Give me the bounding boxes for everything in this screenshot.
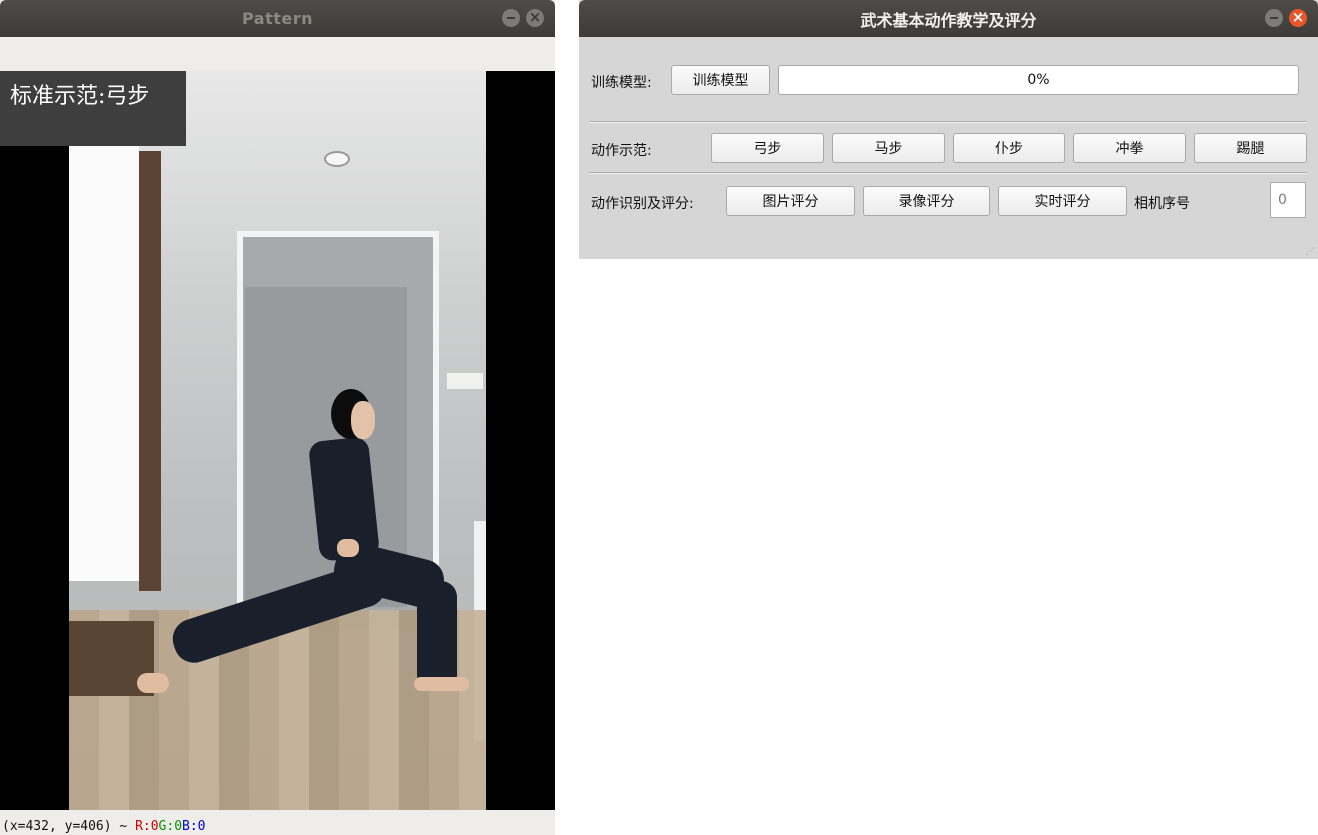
red-value: R:0 [135,819,159,834]
demo-photo [69,71,486,810]
camera-index-label: 相机序号 [1134,196,1190,212]
pattern-window-controls [502,9,544,27]
main-titlebar[interactable]: 武术基本动作教学及评分 [579,0,1318,37]
camera-index-input[interactable] [1270,182,1306,218]
pattern-toolbar [0,37,555,71]
image-scoring-button[interactable]: 图片评分 [726,186,855,216]
demo-video-frame [0,71,555,810]
scoring-label: 动作识别及评分: [591,196,694,212]
separator [589,121,1307,123]
blue-value: B:0 [182,819,206,834]
standard-demo-label: 标准示范:弓步 [10,84,150,109]
separator [589,172,1307,174]
resize-grip-icon[interactable]: ⋰ [1306,247,1316,257]
demo-gong-bu-button[interactable]: 弓步 [711,133,824,163]
pixel-status-bar: (x=432, y=406) ~ R:0 G:0 B:0 [0,810,555,835]
main-window-controls [1265,9,1307,27]
pattern-window-title: Pattern [241,9,314,28]
pattern-window: Pattern 标准示范:弓步 (x [0,0,555,835]
demo-label: 动作示范: [591,143,652,159]
video-scoring-button[interactable]: 录像评分 [863,186,990,216]
demo-chong-quan-button[interactable]: 冲拳 [1073,133,1186,163]
minimize-icon[interactable] [1265,9,1283,27]
demo-ti-tui-button[interactable]: 踢腿 [1194,133,1307,163]
main-window-title: 武术基本动作教学及评分 [860,10,1037,30]
minimize-icon[interactable] [502,9,520,27]
pattern-titlebar[interactable]: Pattern [0,0,555,37]
close-icon[interactable] [526,9,544,27]
demo-pu-bu-button[interactable]: 仆步 [953,133,1065,163]
training-progress-text: 0% [1027,72,1050,88]
train-model-button[interactable]: 训练模型 [671,65,770,95]
train-model-label: 训练模型: [591,75,652,91]
demo-ma-bu-button[interactable]: 马步 [832,133,945,163]
green-value: G:0 [158,819,183,834]
close-icon[interactable] [1289,9,1307,27]
training-progress-bar: 0% [778,65,1299,95]
main-window: 武术基本动作教学及评分 训练模型: 训练模型 0% 动作示范: 弓步 马步 仆步… [579,0,1318,259]
control-panel: 训练模型: 训练模型 0% 动作示范: 弓步 马步 仆步 冲拳 踢腿 动作识别及… [579,37,1318,259]
realtime-scoring-button[interactable]: 实时评分 [998,186,1127,216]
cursor-coords: (x=432, y=406) ~ [2,819,136,834]
